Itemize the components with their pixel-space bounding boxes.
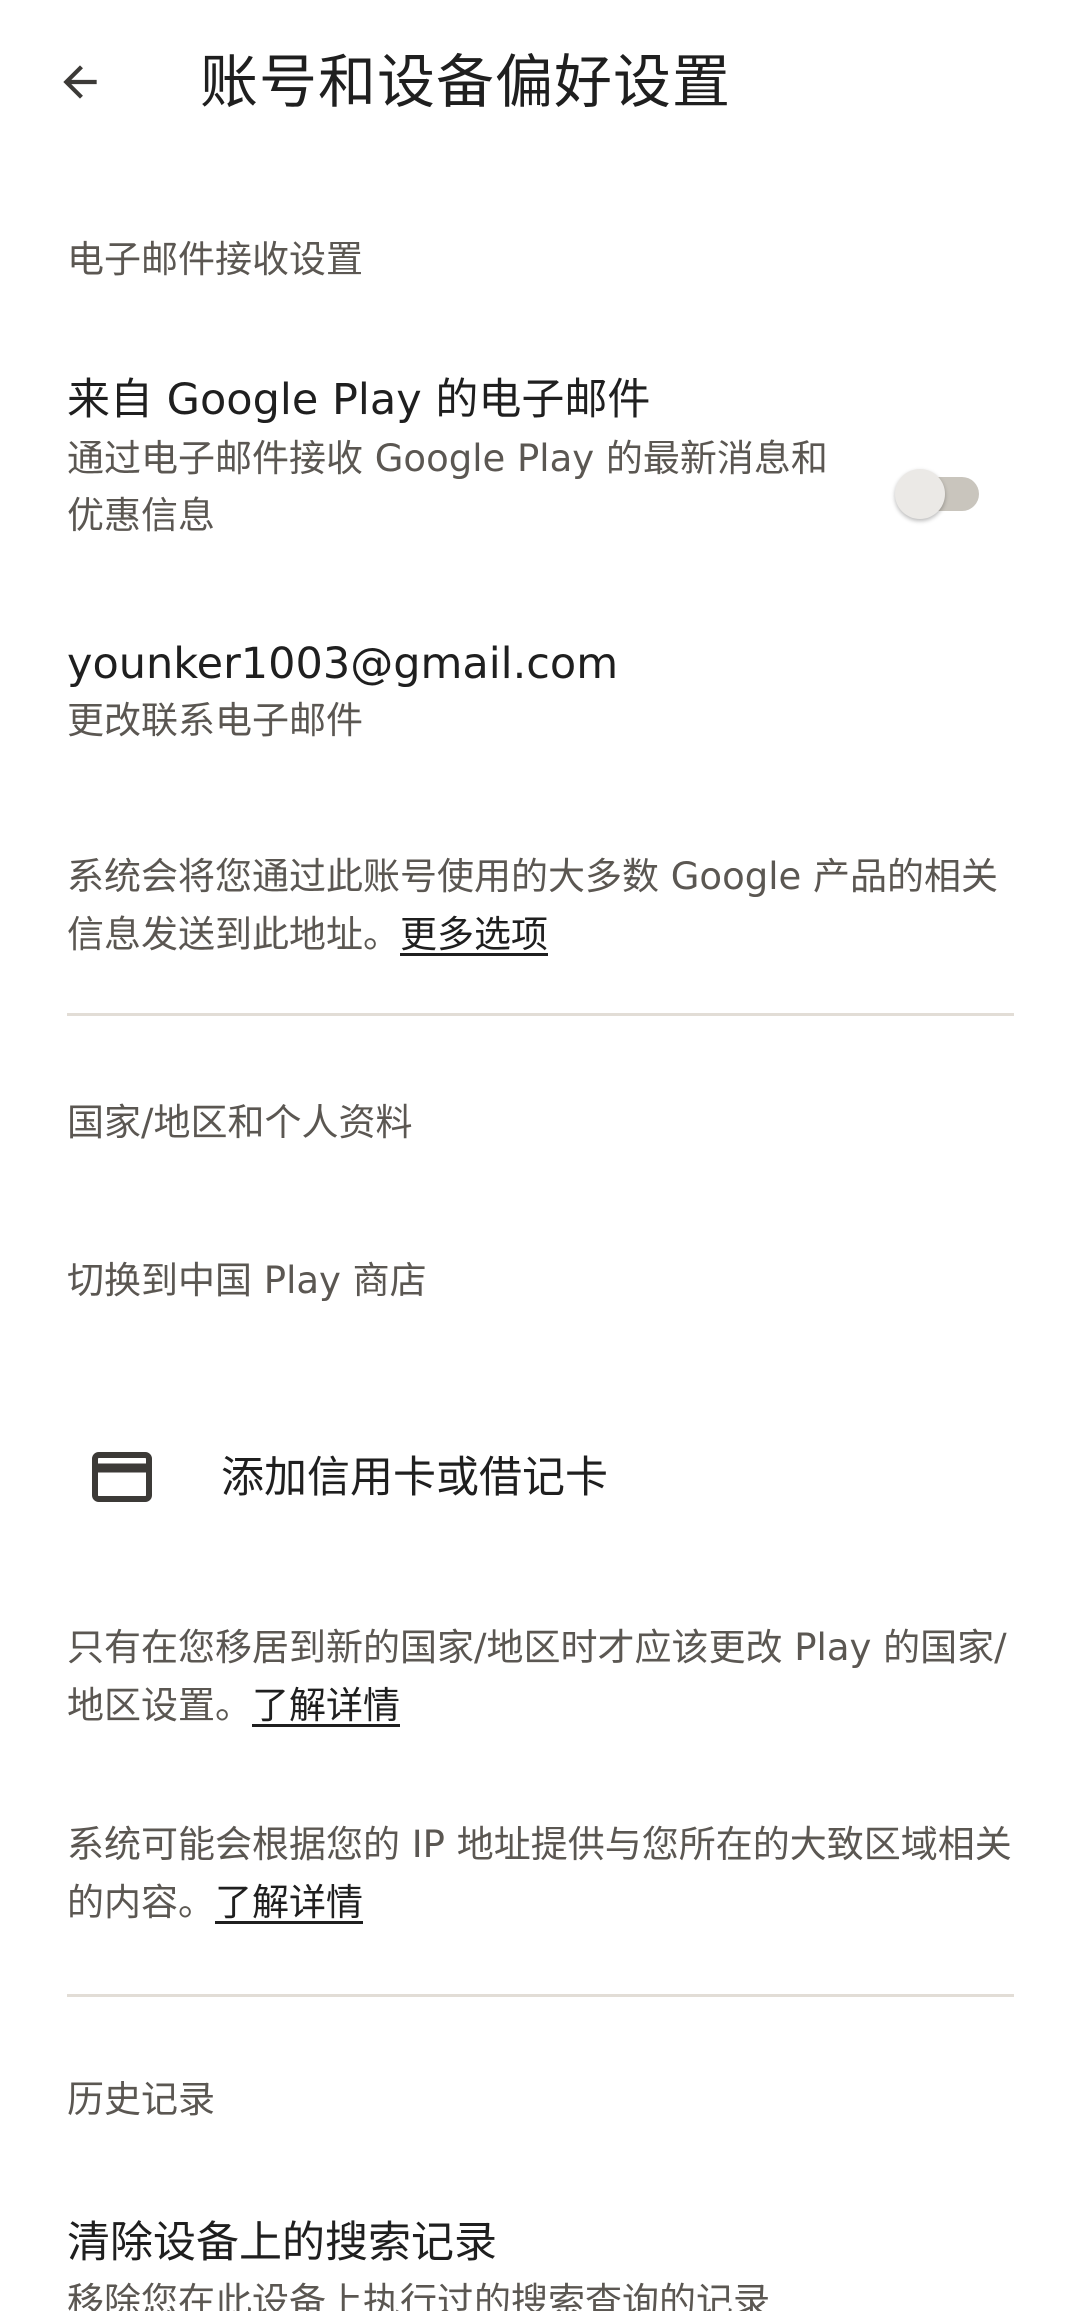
google-play-emails-title: 来自 Google Play 的电子邮件	[67, 375, 651, 425]
account-device-preferences-screen: 账号和设备偏好设置 电子邮件接收设置 来自 Google Play 的电子邮件 …	[0, 0, 1080, 2311]
section-divider	[67, 1013, 1014, 1016]
learn-more-link[interactable]: 了解详情	[252, 1684, 400, 1727]
email-settings-heading: 电子邮件接收设置	[67, 238, 363, 281]
clear-search-history-description: 移除您在此设备上执行过的搜索查询的记录	[67, 2280, 770, 2311]
credit-card-icon	[92, 1452, 152, 1502]
add-card-row[interactable]: 添加信用卡或借记卡	[0, 1420, 1080, 1540]
switch-store-label: 切换到中国 Play 商店	[67, 1259, 427, 1302]
toggle-thumb	[895, 469, 945, 519]
google-play-emails-description: 通过电子邮件接收 Google Play 的最新消息和优惠信息	[67, 437, 828, 537]
page-title: 账号和设备偏好设置	[200, 48, 732, 116]
contact-email-address: younker1003@gmail.com	[67, 639, 619, 689]
country-change-notice-text: 只有在您移居到新的国家/地区时才应该更改 Play 的国家/地区设置。	[67, 1626, 1007, 1727]
add-card-label: 添加信用卡或借记卡	[221, 1453, 608, 1503]
learn-more-link-2[interactable]: 了解详情	[215, 1881, 363, 1924]
google-play-emails-row[interactable]: 来自 Google Play 的电子邮件 通过电子邮件接收 Google Pla…	[0, 360, 1080, 560]
change-contact-email-label: 更改联系电子邮件	[67, 699, 363, 742]
ip-content-notice: 系统可能会根据您的 IP 地址提供与您所在的大致区域相关的内容。了解详情	[67, 1816, 1017, 1932]
back-button[interactable]	[44, 46, 116, 118]
more-options-link[interactable]: 更多选项	[400, 913, 548, 956]
switch-store-row[interactable]: 切换到中国 Play 商店	[0, 1230, 1080, 1330]
arrow-back-icon	[63, 65, 97, 99]
country-profile-heading: 国家/地区和个人资料	[67, 1101, 413, 1144]
google-play-emails-toggle[interactable]	[895, 463, 985, 519]
clear-search-history-row[interactable]: 清除设备上的搜索记录 移除您在此设备上执行过的搜索查询的记录	[0, 2205, 1080, 2311]
country-change-notice: 只有在您移居到新的国家/地区时才应该更改 Play 的国家/地区设置。了解详情	[67, 1619, 1017, 1735]
history-heading: 历史记录	[67, 2078, 215, 2121]
clear-search-history-title: 清除设备上的搜索记录	[67, 2218, 497, 2268]
ip-content-notice-text: 系统可能会根据您的 IP 地址提供与您所在的大致区域相关的内容。	[67, 1823, 1012, 1924]
email-notice: 系统会将您通过此账号使用的大多数 Google 产品的相关信息发送到此地址。更多…	[67, 848, 1017, 964]
contact-email-row[interactable]: younker1003@gmail.com 更改联系电子邮件	[0, 628, 1080, 758]
section-divider-2	[67, 1994, 1014, 1997]
